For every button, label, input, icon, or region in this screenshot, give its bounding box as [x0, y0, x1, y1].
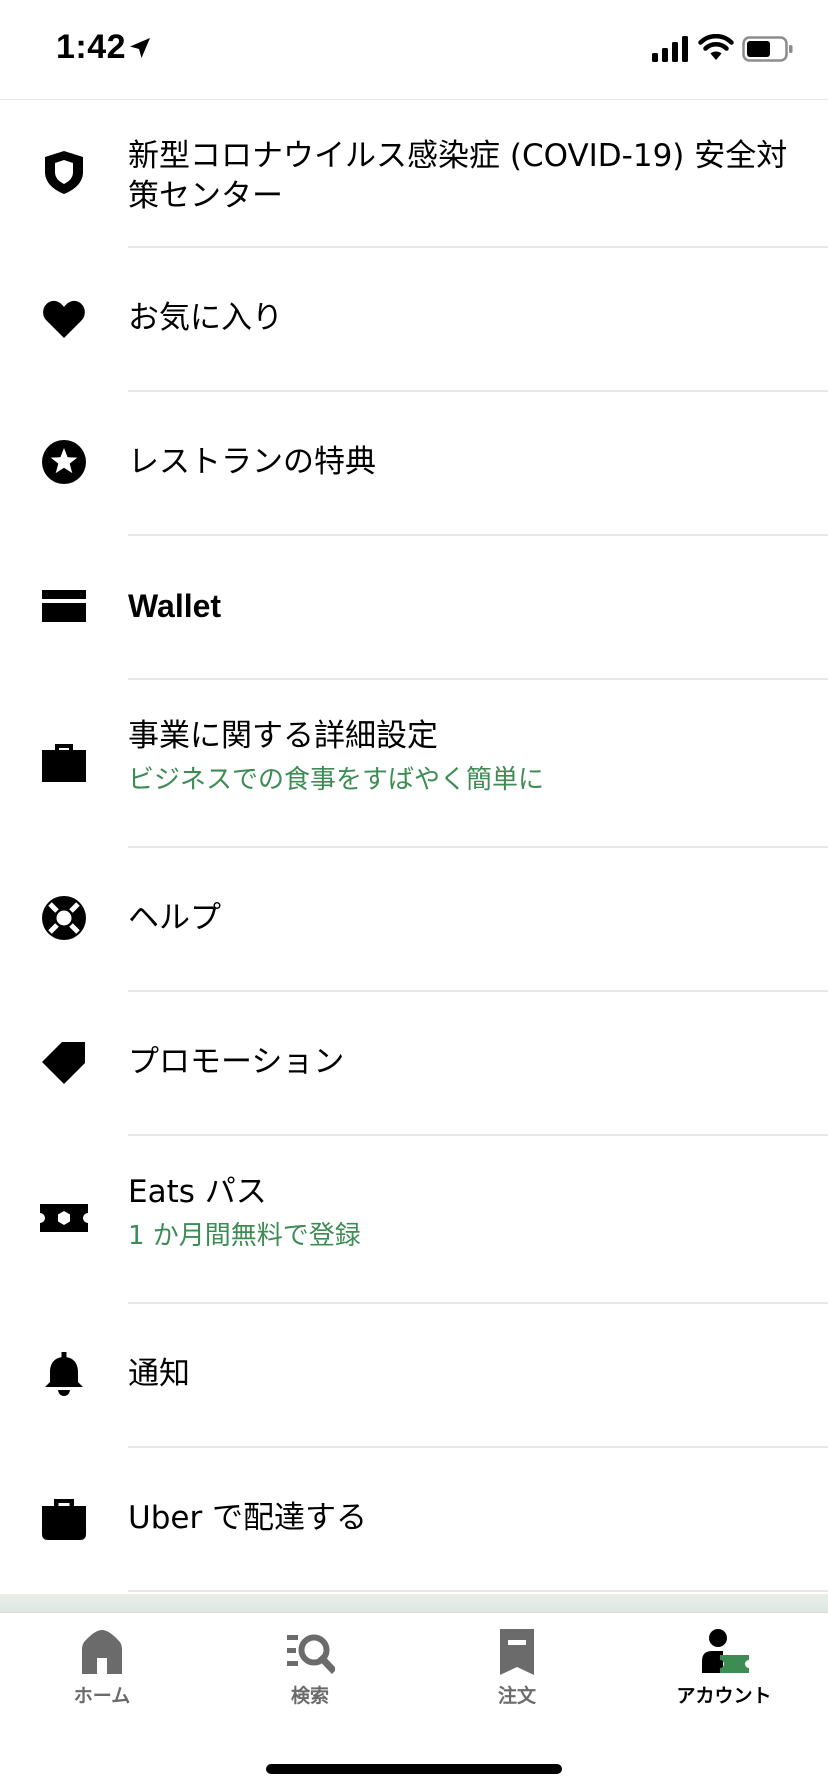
- status-bar: 1:42: [0, 0, 828, 100]
- home-icon: [82, 1630, 122, 1674]
- menu-item-notifications[interactable]: 通知: [0, 1304, 828, 1446]
- tab-label: ホーム: [73, 1685, 131, 1707]
- status-time: 1:42: [56, 28, 127, 66]
- tabbar-shadow: [0, 1594, 828, 1612]
- menu-label: Uber で配達する: [128, 1500, 368, 1536]
- menu-item-restaurant-rewards[interactable]: レストランの特典: [0, 392, 828, 534]
- menu-label: ヘルプ: [128, 900, 221, 936]
- delivery-bag-icon: [40, 1494, 88, 1542]
- ticket-icon: [40, 1194, 88, 1242]
- bell-icon: [40, 1350, 88, 1398]
- tab-account[interactable]: アカウント: [654, 1627, 794, 1717]
- tab-orders[interactable]: 注文: [447, 1627, 587, 1717]
- star-badge-icon: [40, 438, 88, 486]
- tab-home[interactable]: ホーム: [32, 1627, 172, 1717]
- briefcase-icon: [40, 738, 88, 786]
- battery-icon: [742, 36, 793, 62]
- lifebuoy-icon: [40, 894, 88, 942]
- wallet-card-icon: [40, 582, 88, 630]
- tab-label: アカウント: [676, 1685, 772, 1707]
- menu-item-deliver-with-uber[interactable]: Uber で配達する: [0, 1448, 828, 1590]
- cellular-signal-icon: [652, 36, 688, 62]
- tab-label: 検索: [290, 1685, 329, 1707]
- menu-label: レストランの特典: [128, 444, 376, 480]
- menu-label: 事業に関する詳細設定: [128, 718, 438, 754]
- shield-icon: [40, 148, 88, 196]
- receipt-icon: [500, 1629, 534, 1675]
- menu-label: プロモーション: [128, 1044, 345, 1080]
- menu-item-wallet[interactable]: Wallet: [0, 536, 828, 678]
- search-icon: [287, 1634, 335, 1674]
- menu-label: Wallet: [128, 588, 222, 624]
- menu-item-promotions[interactable]: プロモーション: [0, 992, 828, 1134]
- menu-label: 通知: [128, 1356, 190, 1392]
- menu-label: お気に入り: [128, 300, 283, 336]
- menu-item-eats-pass[interactable]: Eats パス 1 か月間無料で登録: [0, 1136, 828, 1302]
- heart-icon: [40, 294, 88, 342]
- account-icon: [702, 1629, 749, 1673]
- tab-label: 注文: [497, 1685, 536, 1707]
- menu-item-help[interactable]: ヘルプ: [0, 848, 828, 990]
- menu-item-business-settings[interactable]: 事業に関する詳細設定 ビジネスでの食事をすばやく簡単に: [0, 680, 828, 846]
- menu-sublabel: 1 か月間無料で登録: [128, 1221, 361, 1251]
- menu-item-covid-safety[interactable]: 新型コロナウイルス感染症 (COVID-19) 安全対策センター: [0, 102, 828, 246]
- menu-label: Eats パス: [128, 1174, 267, 1210]
- tag-icon: [40, 1038, 88, 1086]
- divider: [128, 1590, 828, 1592]
- menu-item-favorites[interactable]: お気に入り: [0, 248, 828, 390]
- home-indicator[interactable]: [266, 1764, 562, 1774]
- location-arrow-icon: [130, 38, 150, 58]
- account-screen: 1:42 新型コロナウイルス感染症 (COVID-19) 安全対策センター お気…: [0, 0, 828, 1792]
- menu-sublabel: ビジネスでの食事をすばやく簡単に: [128, 765, 545, 795]
- menu-label: 新型コロナウイルス感染症 (COVID-19) 安全対策センター: [128, 138, 788, 214]
- tab-search[interactable]: 検索: [240, 1627, 380, 1717]
- wifi-icon: [698, 34, 734, 60]
